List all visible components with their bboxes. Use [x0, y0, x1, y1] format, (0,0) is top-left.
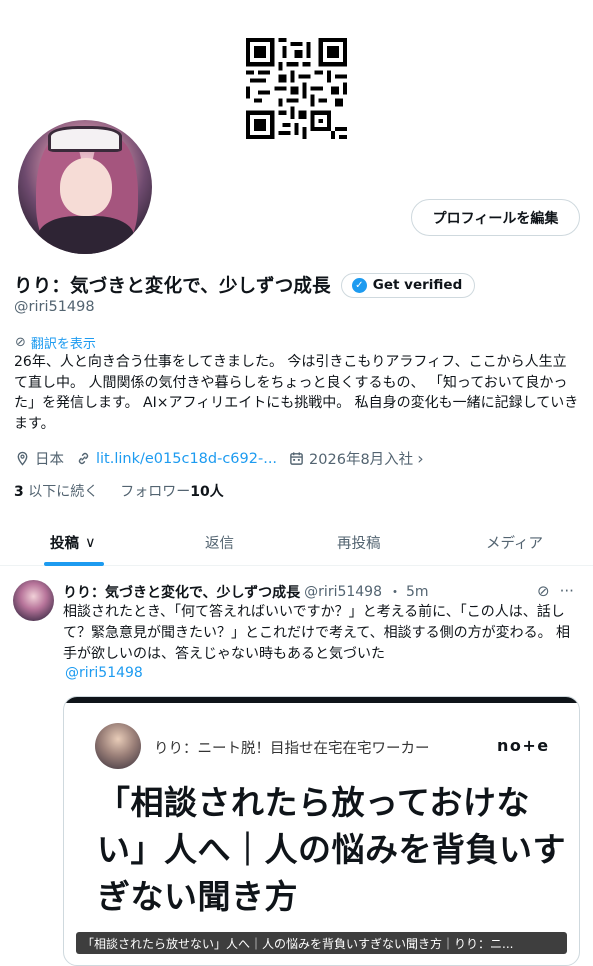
profile-tabs: 投稿 ∨ 返信 再投稿 メディア: [0, 520, 593, 566]
translate-bio-link[interactable]: ⊘ 翻訳を表示: [15, 333, 96, 352]
more-options-icon[interactable]: ···: [560, 582, 574, 600]
post-mention-link[interactable]: @riri51498: [65, 665, 143, 681]
active-tab-indicator: [44, 562, 104, 566]
tab-posts[interactable]: 投稿 ∨: [50, 520, 96, 565]
card-author-name: りり：ニート脱！目指せ在宅在宅ワーカー: [154, 741, 430, 757]
tab-media-label: メディア: [486, 536, 543, 552]
profile-handle: @riri51498: [14, 299, 95, 315]
profile-name-row: りり：気づきと変化で、少しずつ成長 ✓ Get verified: [14, 272, 476, 298]
post-header: りり：気づきと変化で、少しずつ成長 @riri51498 ・ 5m: [63, 582, 429, 602]
profile-avatar[interactable]: [18, 120, 152, 254]
tab-reposts[interactable]: 再投稿: [337, 520, 381, 565]
profile-bio: 26年、人と向き合う仕事をしてきました。 今は引きこもりアラフィフ、ここから人生…: [14, 354, 579, 432]
qr-code: [246, 38, 347, 139]
translate-icon: ⊘: [15, 335, 26, 350]
tab-posts-label: 投稿: [50, 536, 79, 552]
post-author-avatar[interactable]: [13, 580, 54, 621]
verified-badge-icon: ✓: [351, 277, 367, 293]
tab-replies[interactable]: 返信: [205, 520, 234, 565]
card-caption: 「相談されたら放せない」人へ｜人の悩みを背負いすぎない聞き方｜りり：ニ...: [76, 932, 567, 954]
chevron-down-icon: ∨: [85, 534, 96, 551]
location-text: 日本: [35, 452, 64, 468]
link-icon: [78, 452, 89, 465]
joined-text: 2026年8月入社: [309, 452, 414, 468]
card-author-avatar: [95, 723, 141, 769]
following-count: 3: [14, 484, 24, 500]
following-label: 以下に続く: [28, 484, 99, 500]
followers-link[interactable]: フォロワー10人: [120, 481, 223, 501]
edit-profile-button[interactable]: プロフィールを編集: [411, 199, 580, 236]
calendar-icon: [290, 452, 303, 465]
display-name: りり：気づきと変化で、少しずつ成長: [14, 276, 331, 297]
link-preview-card[interactable]: りり：ニート脱！目指せ在宅在宅ワーカー no+e 「相談されたら放っておけない」…: [63, 696, 580, 966]
chevron-right-icon: ›: [417, 449, 424, 468]
post-actions: ⊘ ···: [537, 582, 574, 600]
link-item[interactable]: lit.link/e015c18d-c692-...: [76, 451, 277, 467]
tab-replies-label: 返信: [205, 536, 234, 552]
location-item: 日本: [15, 448, 64, 469]
translate-label: 翻訳を表示: [30, 337, 96, 352]
profile-link[interactable]: lit.link/e015c18d-c692-...: [96, 451, 277, 467]
tab-media[interactable]: メディア: [486, 520, 543, 565]
get-verified-label: Get verified: [372, 277, 463, 293]
grok-icon[interactable]: ⊘: [537, 582, 550, 600]
post-author-handle[interactable]: @riri51498: [304, 584, 382, 600]
card-top-bar: [64, 697, 579, 703]
get-verified-button[interactable]: ✓ Get verified: [340, 272, 476, 298]
followers-count: 10人: [190, 484, 224, 500]
post-time[interactable]: 5m: [406, 584, 429, 600]
profile-meta: 日本 lit.link/e015c18d-c692-... 2026年8月入社 …: [15, 448, 436, 469]
post-separator: ・: [388, 585, 402, 601]
tab-reposts-label: 再投稿: [337, 536, 381, 552]
following-link[interactable]: 3 以下に続く: [14, 481, 98, 501]
follow-stats: 3 以下に続く フォロワー10人: [14, 481, 224, 501]
post-text: 相談されたとき、「何て答えればいいですか？」と考える前に、「この人は、話して？緊…: [63, 604, 571, 662]
joined-item[interactable]: 2026年8月入社 ›: [289, 448, 424, 469]
location-pin-icon: [17, 451, 28, 466]
post-author-name[interactable]: りり：気づきと変化で、少しずつ成長: [63, 582, 300, 602]
followers-label: フォロワー: [120, 484, 191, 500]
card-title: 「相談されたら放っておけない」人へ｜人の悩みを背負いすぎない聞き方: [97, 783, 566, 916]
note-logo: no+e: [497, 736, 550, 755]
